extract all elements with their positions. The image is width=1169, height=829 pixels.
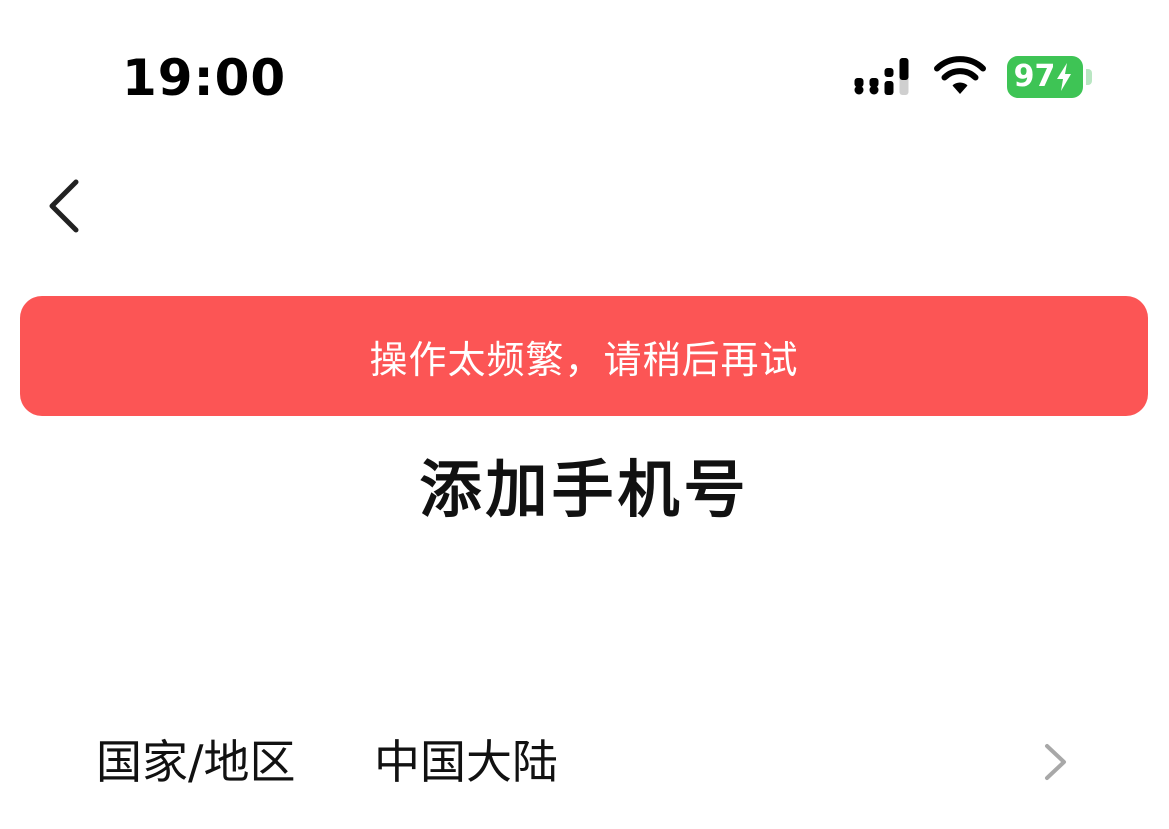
status-bar: 19:00 97: [0, 0, 1169, 150]
page-title: 添加手机号: [419, 453, 750, 526]
error-toast: 操作太频繁，请稍后再试: [20, 296, 1148, 416]
toast-message: 操作太频繁，请稍后再试: [369, 337, 799, 382]
battery-icon: 97: [1007, 56, 1093, 98]
wifi-icon: [934, 56, 986, 94]
battery-body: 97: [1007, 56, 1083, 98]
back-button[interactable]: [36, 170, 96, 242]
bolt-icon: [1057, 63, 1072, 91]
chevron-right-icon: [1045, 744, 1066, 780]
signal-icon: [854, 58, 909, 95]
battery-cap: [1086, 69, 1092, 85]
battery-level: 97: [1013, 59, 1056, 94]
region-value: 中国大陆: [374, 735, 558, 789]
region-label: 国家/地区: [96, 735, 296, 789]
country-region-row[interactable]: 国家/地区 中国大陆: [0, 718, 1169, 808]
status-time: 19:00: [122, 49, 287, 107]
chevron-left-icon: [49, 179, 79, 233]
